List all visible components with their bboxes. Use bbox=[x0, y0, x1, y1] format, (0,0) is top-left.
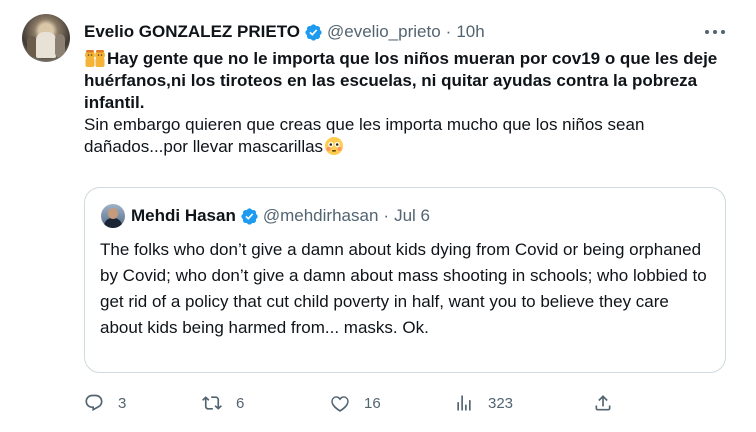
tweet-text-bold: Hay gente que no le importa que los niño… bbox=[84, 49, 718, 112]
views-count: 323 bbox=[488, 394, 514, 412]
separator-dot: · bbox=[383, 206, 390, 225]
like-count: 16 bbox=[364, 394, 381, 412]
quoted-tweet-text: The folks who don’t give a damn about ki… bbox=[100, 240, 707, 337]
quoted-tweet-date: Jul 6 bbox=[394, 206, 430, 225]
share-button[interactable] bbox=[593, 392, 613, 414]
quoted-tweet[interactable]: Mehdi Hasan @mehdirhasan · Jul 6 The fol… bbox=[84, 187, 726, 373]
tweet[interactable]: Evelio GONZALEZ PRIETO @evelio_prieto · … bbox=[0, 0, 756, 432]
like-button[interactable]: 16 bbox=[330, 392, 381, 414]
tweet-timestamp[interactable]: 10h bbox=[456, 22, 484, 42]
retweet-icon bbox=[202, 396, 222, 410]
verified-badge-icon bbox=[241, 207, 258, 225]
quoted-tweet-header: Mehdi Hasan @mehdirhasan · Jul 6 bbox=[101, 204, 430, 228]
retweet-count: 6 bbox=[236, 394, 245, 412]
author-avatar[interactable] bbox=[22, 14, 70, 62]
retweet-button[interactable]: 6 bbox=[202, 392, 244, 414]
views-icon bbox=[457, 395, 471, 411]
quoted-author-handle: @mehdirhasan bbox=[262, 206, 379, 225]
tweet-actions: 3 6 16 323 bbox=[84, 392, 724, 414]
tweet-header: Evelio GONZALEZ PRIETO @evelio_prieto · … bbox=[84, 20, 485, 44]
separator-dot: · bbox=[445, 22, 452, 41]
like-icon bbox=[331, 396, 349, 412]
reply-count: 3 bbox=[118, 394, 127, 412]
quoted-author-name: Mehdi Hasan bbox=[131, 206, 236, 225]
author-handle[interactable]: @evelio_prieto bbox=[327, 22, 441, 42]
tweet-text: Hay gente que no le importa que los niño… bbox=[84, 48, 734, 158]
share-icon bbox=[595, 395, 611, 411]
author-name[interactable]: Evelio GONZALEZ PRIETO bbox=[84, 22, 300, 42]
more-options-icon[interactable] bbox=[705, 22, 725, 42]
tweet-text-normal: Sin embargo quieren que creas que les im… bbox=[84, 115, 645, 156]
flushed-face-emoji-icon bbox=[325, 137, 344, 155]
verified-badge-icon bbox=[305, 23, 322, 41]
quoted-author-avatar bbox=[101, 204, 125, 228]
children-emoji-icon bbox=[85, 50, 105, 67]
views-button[interactable]: 323 bbox=[454, 392, 513, 414]
reply-icon bbox=[85, 394, 103, 412]
reply-button[interactable]: 3 bbox=[84, 392, 126, 414]
